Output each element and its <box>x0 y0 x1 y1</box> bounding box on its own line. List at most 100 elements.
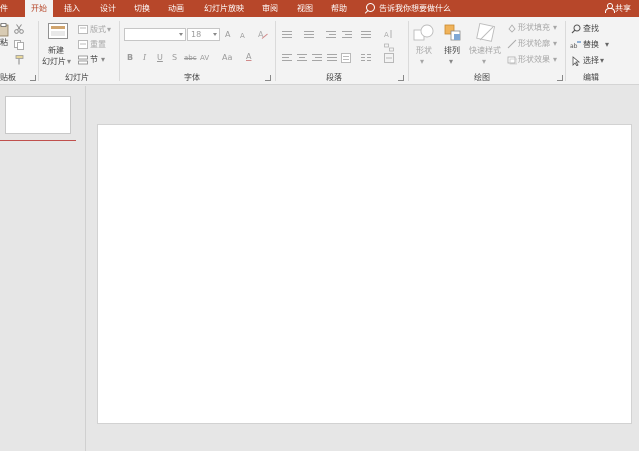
tab-transitions[interactable]: 切换 <box>134 0 150 17</box>
slides-group-label: 幻灯片 <box>65 73 89 82</box>
underline-button[interactable]: U <box>157 53 163 63</box>
align-text-icon[interactable] <box>384 53 394 63</box>
person-icon <box>605 3 615 13</box>
char-spacing-button[interactable]: AV <box>200 53 209 63</box>
font-color-button[interactable]: A <box>246 52 251 62</box>
cut-icon[interactable] <box>14 24 24 34</box>
slide-canvas[interactable] <box>97 124 632 424</box>
tab-slideshow[interactable]: 幻灯片放映 <box>204 0 244 17</box>
new-slide-button-line1[interactable]: 新建 <box>48 46 64 56</box>
bullets-icon[interactable] <box>282 31 292 39</box>
shape-fill-icon <box>508 24 516 33</box>
shrink-font-button[interactable]: A <box>240 31 245 41</box>
drawing-launcher-icon[interactable] <box>557 75 563 81</box>
font-group-label: 字体 <box>184 73 200 82</box>
font-launcher-icon[interactable] <box>265 75 271 81</box>
font-size-value: 18 <box>191 30 202 39</box>
group-divider <box>38 21 39 81</box>
shapes-icon <box>413 24 434 41</box>
italic-button[interactable]: I <box>143 53 146 63</box>
shape-effects-icon <box>507 56 517 65</box>
font-size-combo[interactable]: 18 <box>187 28 220 41</box>
shape-outline-button[interactable]: 形状轮廓 <box>518 39 550 49</box>
chevron-down-icon <box>213 33 217 36</box>
paragraph-group-label: 段落 <box>326 73 342 82</box>
shape-effects-dropdown-icon[interactable]: ▾ <box>553 55 557 65</box>
chevron-down-icon <box>179 33 183 36</box>
bold-button[interactable]: B <box>127 53 133 63</box>
tab-insert[interactable]: 插入 <box>64 0 80 17</box>
font-name-combo[interactable] <box>124 28 186 41</box>
select-button[interactable]: 选择 <box>583 56 599 66</box>
select-dropdown-icon[interactable]: ▾ <box>600 56 604 66</box>
slide-thumbnail-panel[interactable] <box>0 86 86 451</box>
tab-animations[interactable]: 动画 <box>168 0 184 17</box>
group-divider <box>119 21 120 81</box>
copy-icon[interactable] <box>14 40 24 50</box>
group-divider <box>408 21 409 81</box>
align-left-icon[interactable] <box>282 54 292 62</box>
shape-fill-dropdown-icon[interactable]: ▾ <box>553 23 557 33</box>
increase-indent-icon[interactable] <box>342 31 352 39</box>
change-case-button[interactable]: Aa <box>222 53 232 63</box>
tell-me-text: 告诉我你想要做什么 <box>379 4 451 13</box>
slide-thumbnail[interactable] <box>5 96 71 134</box>
tab-help[interactable]: 帮助 <box>331 0 347 17</box>
insertion-marker <box>0 140 76 141</box>
text-direction-icon[interactable]: A <box>384 29 394 39</box>
section-button[interactable]: 节 <box>90 55 98 65</box>
select-cursor-icon <box>572 56 581 66</box>
strikethrough-button[interactable]: abc <box>184 53 197 63</box>
reset-button[interactable]: 重置 <box>90 40 106 50</box>
paragraph-launcher-icon[interactable] <box>398 75 404 81</box>
layout-icon <box>78 25 88 34</box>
tab-review[interactable]: 审阅 <box>262 0 278 17</box>
smartart-icon[interactable] <box>384 43 394 53</box>
svg-text:A: A <box>384 31 389 39</box>
slide-editing-area <box>87 86 639 451</box>
arrange-dropdown-icon[interactable]: ▾ <box>449 57 453 67</box>
shapes-dropdown-icon[interactable]: ▾ <box>420 57 424 67</box>
layout-dropdown-icon[interactable]: ▾ <box>107 25 111 35</box>
grow-font-button[interactable]: A <box>225 30 230 40</box>
align-right-icon[interactable] <box>312 54 322 62</box>
format-painter-icon[interactable] <box>14 55 24 65</box>
share-button[interactable]: 共享 <box>605 0 631 17</box>
tab-view[interactable]: 视图 <box>297 0 313 17</box>
paste-button[interactable]: 粘 <box>0 38 8 48</box>
new-slide-button-line2[interactable]: 幻灯片 <box>42 57 66 67</box>
numbering-icon[interactable] <box>304 31 314 39</box>
decrease-indent-icon[interactable] <box>326 31 336 39</box>
clipboard-launcher-icon[interactable] <box>30 75 36 81</box>
distributed-icon[interactable] <box>341 53 351 63</box>
quick-styles-dropdown-icon[interactable]: ▾ <box>482 57 486 67</box>
search-icon <box>366 3 375 12</box>
columns-icon[interactable] <box>361 54 371 62</box>
justify-icon[interactable] <box>327 54 337 62</box>
clear-formatting-icon[interactable]: A <box>258 29 268 39</box>
arrange-button[interactable]: 排列 <box>444 46 460 56</box>
quick-styles-button[interactable]: 快速样式 <box>469 46 501 56</box>
new-slide-icon <box>48 23 68 39</box>
shape-effects-button[interactable]: 形状效果 <box>518 55 550 65</box>
clipboard-group-label: 贴板 <box>0 73 16 82</box>
replace-button[interactable]: 替换 <box>583 40 599 50</box>
text-shadow-button[interactable]: S <box>172 53 177 63</box>
tab-file[interactable]: 件 <box>0 0 8 17</box>
find-button[interactable]: 查找 <box>583 24 599 34</box>
shapes-button[interactable]: 形状 <box>416 46 432 56</box>
section-dropdown-icon[interactable]: ▾ <box>101 55 105 65</box>
paste-icon <box>0 23 9 37</box>
shape-fill-button[interactable]: 形状填充 <box>518 23 550 33</box>
tell-me-search[interactable]: 告诉我你想要做什么 <box>366 0 451 17</box>
quick-styles-icon <box>476 23 496 42</box>
arrange-icon <box>444 24 461 41</box>
tab-design[interactable]: 设计 <box>100 0 116 17</box>
new-slide-dropdown-icon[interactable]: ▾ <box>67 57 71 67</box>
shape-outline-dropdown-icon[interactable]: ▾ <box>553 39 557 49</box>
replace-dropdown-icon[interactable]: ▾ <box>605 40 609 50</box>
line-spacing-icon[interactable] <box>361 31 371 39</box>
align-center-icon[interactable] <box>297 54 307 62</box>
tab-home[interactable]: 开始 <box>25 0 53 17</box>
layout-button[interactable]: 版式 <box>90 25 106 35</box>
